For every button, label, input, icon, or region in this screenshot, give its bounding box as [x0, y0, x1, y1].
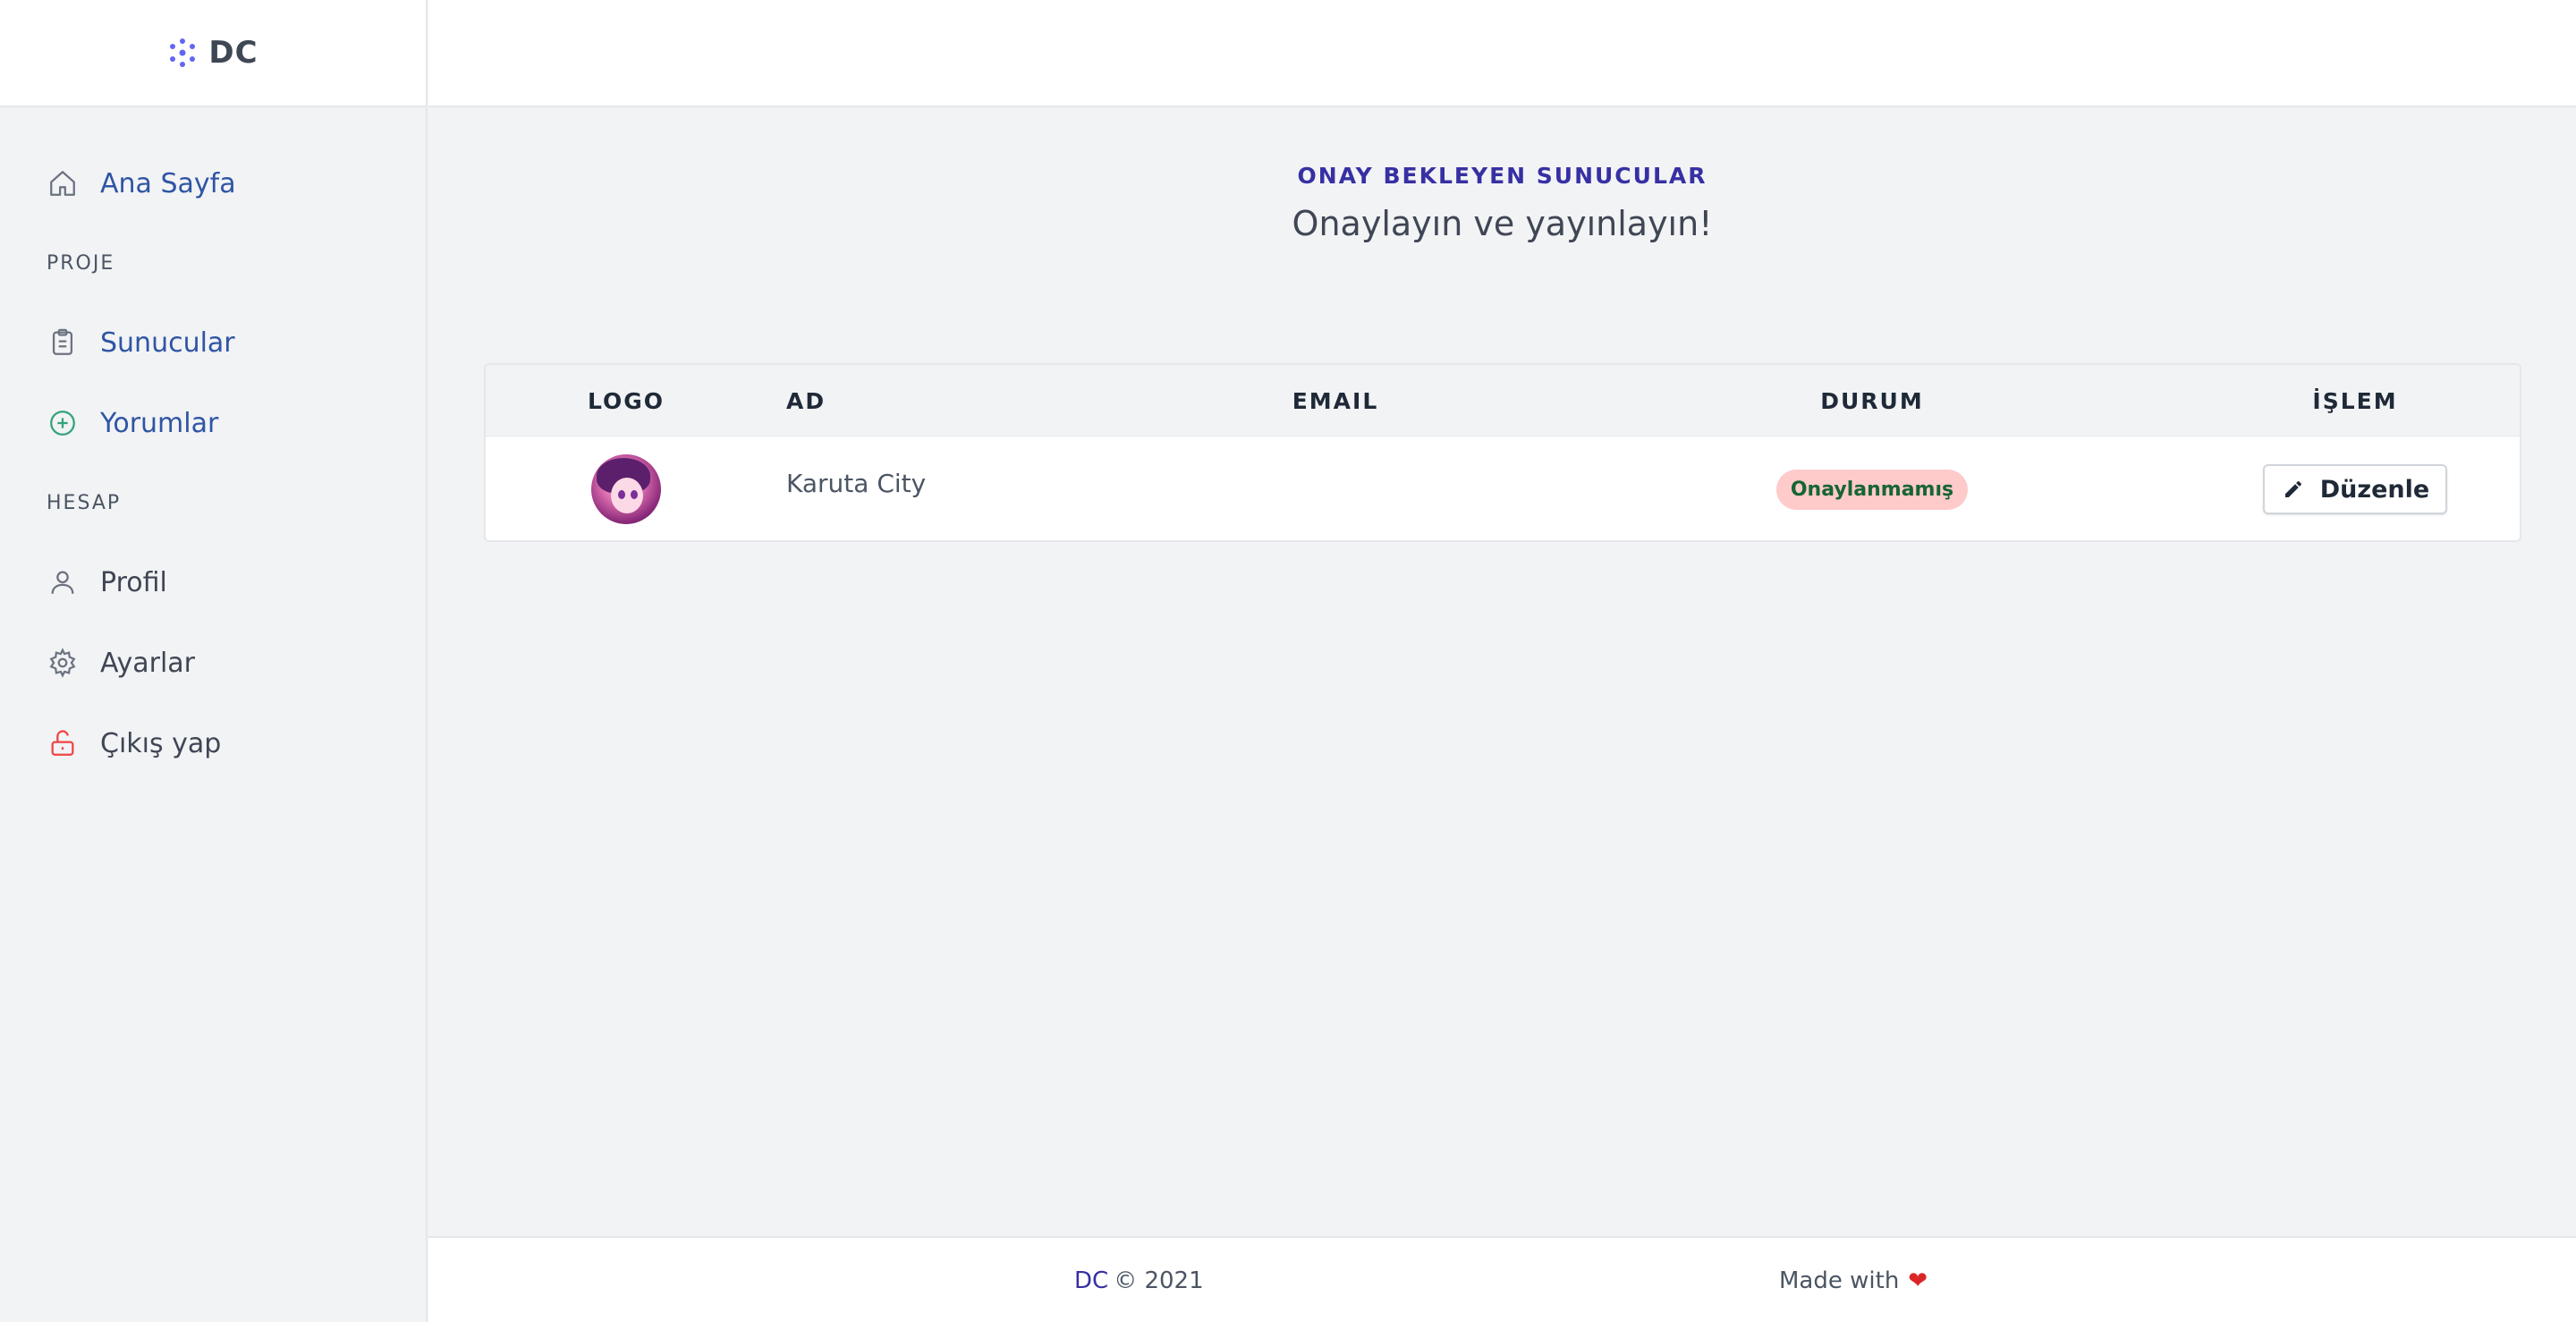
sidebar-item-logout[interactable]: Çıkış yap	[0, 703, 426, 784]
unlock-icon	[47, 727, 79, 759]
column-header-action: İŞLEM	[2312, 387, 2398, 414]
cell-status: Onaylanmamış	[1648, 436, 2096, 540]
section-label-project: PROJE	[47, 251, 115, 275]
sidebar-item-label: Ana Sayfa	[100, 167, 236, 199]
edit-button-label: Düzenle	[2319, 475, 2430, 504]
table-header: LOGO AD EMAIL DURUM İŞLEM	[486, 365, 2520, 436]
footer-copyright: DC © 2021	[1074, 1238, 1204, 1322]
servers-table: LOGO AD EMAIL DURUM İŞLEM Karuta City On…	[484, 363, 2521, 542]
sidebar-item-profile[interactable]: Profil	[0, 542, 426, 623]
app-root: DC Ana Sayfa PROJE Sunucular Yorumlar HE…	[0, 0, 2576, 1322]
footer: DC © 2021 Made with ❤	[428, 1236, 2576, 1322]
sidebar-item-servers[interactable]: Sunucular	[0, 302, 426, 383]
cell-logo	[486, 436, 767, 540]
brand-name: DC	[208, 35, 258, 71]
hexagon-dots-icon	[170, 38, 196, 67]
table-row: Karuta City Onaylanmamış Düzenle	[486, 436, 2520, 540]
column-header-email: EMAIL	[1292, 387, 1379, 414]
sidebar-item-label: Çıkış yap	[100, 727, 222, 759]
sidebar-item-home[interactable]: Ana Sayfa	[0, 143, 426, 224]
cell-action: Düzenle	[2176, 436, 2520, 540]
server-name: Karuta City	[786, 469, 927, 498]
sidebar-item-label: Sunucular	[100, 326, 235, 359]
main-content: ONAY BEKLEYEN SUNUCULAR Onaylayın ve yay…	[428, 109, 2576, 1236]
sidebar-nav: Ana Sayfa PROJE Sunucular Yorumlar HESAP	[0, 107, 426, 784]
user-icon	[47, 566, 79, 598]
clipboard-icon	[47, 326, 79, 359]
status-badge: Onaylanmamış	[1775, 469, 1969, 510]
cell-email	[1112, 436, 1559, 540]
brand[interactable]: DC	[0, 0, 426, 107]
sidebar-item-label: Yorumlar	[100, 407, 219, 439]
server-logo-avatar	[591, 454, 661, 524]
page-title: Onaylayın ve yayınlayın!	[1292, 204, 1713, 243]
cell-name: Karuta City	[786, 436, 927, 540]
pencil-icon	[2284, 480, 2301, 497]
sidebar-item-comments[interactable]: Yorumlar	[0, 383, 426, 463]
sidebar-item-label: Profil	[100, 566, 167, 598]
home-icon	[47, 167, 79, 199]
heart-icon: ❤	[1908, 1267, 1928, 1294]
sidebar: DC Ana Sayfa PROJE Sunucular Yorumlar HE…	[0, 0, 428, 1322]
sidebar-item-label: Ayarlar	[100, 647, 196, 679]
column-header-status: DURUM	[1820, 387, 1924, 414]
top-bar	[428, 0, 2576, 107]
section-label-account: HESAP	[47, 491, 122, 514]
column-header-name: AD	[786, 387, 826, 414]
edit-button[interactable]: Düzenle	[2262, 464, 2448, 514]
column-header-logo: LOGO	[587, 387, 665, 414]
footer-made-with: Made with ❤	[1779, 1238, 1928, 1322]
page-eyebrow: ONAY BEKLEYEN SUNUCULAR	[1297, 163, 1707, 189]
footer-brand-link[interactable]: DC	[1074, 1267, 1108, 1294]
footer-made-with-text: Made with	[1779, 1267, 1900, 1294]
gear-icon	[47, 647, 79, 679]
footer-copyright-text: © 2021	[1114, 1267, 1204, 1294]
plus-circle-icon	[47, 407, 79, 439]
sidebar-item-settings[interactable]: Ayarlar	[0, 623, 426, 703]
